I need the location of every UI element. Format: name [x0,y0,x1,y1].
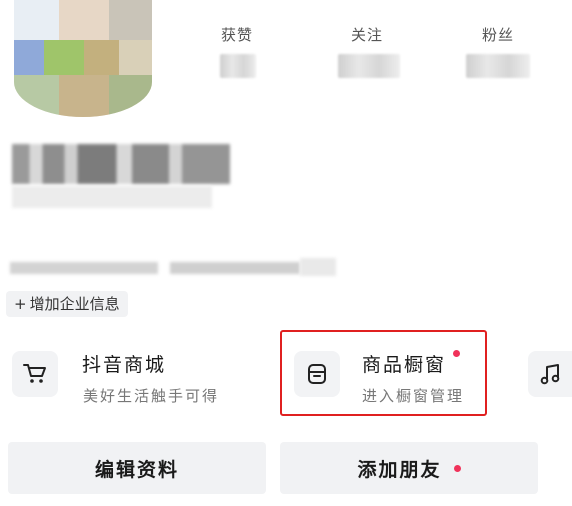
likes-value[interactable] [220,54,256,78]
nickname-shadow [12,186,212,208]
mall-title: 抖音商城 [82,354,167,376]
edit-profile-button[interactable]: 编辑资料 [8,442,266,494]
highlight-frame [280,330,487,416]
nickname [12,144,230,184]
edit-profile-label: 编辑资料 [94,458,179,481]
add-friend-label: 添加朋友 [357,458,442,481]
likes-label: 获赞 [220,26,253,44]
add-enterprise-label: 增加企业信息 [29,295,120,313]
add-friend-button[interactable]: 添加朋友 [280,442,538,494]
avatar[interactable] [14,0,152,117]
followers-value[interactable] [466,54,530,78]
account-info-tail [300,258,336,276]
following-label: 关注 [350,26,383,44]
add-enterprise-info-button[interactable]: + 增加企业信息 [6,291,128,317]
mall-entry[interactable]: 抖音商城 美好生活触手可得 [8,347,258,407]
following-value[interactable] [338,54,400,78]
followers-label: 粉丝 [481,26,514,44]
cart-icon [12,351,58,397]
account-info-secondary [170,262,300,274]
plus-icon: + [14,295,27,313]
mall-subtitle: 美好生活触手可得 [83,387,220,405]
add-friend-badge [453,464,461,472]
music-note-icon[interactable] [528,351,572,397]
account-info [10,262,158,274]
